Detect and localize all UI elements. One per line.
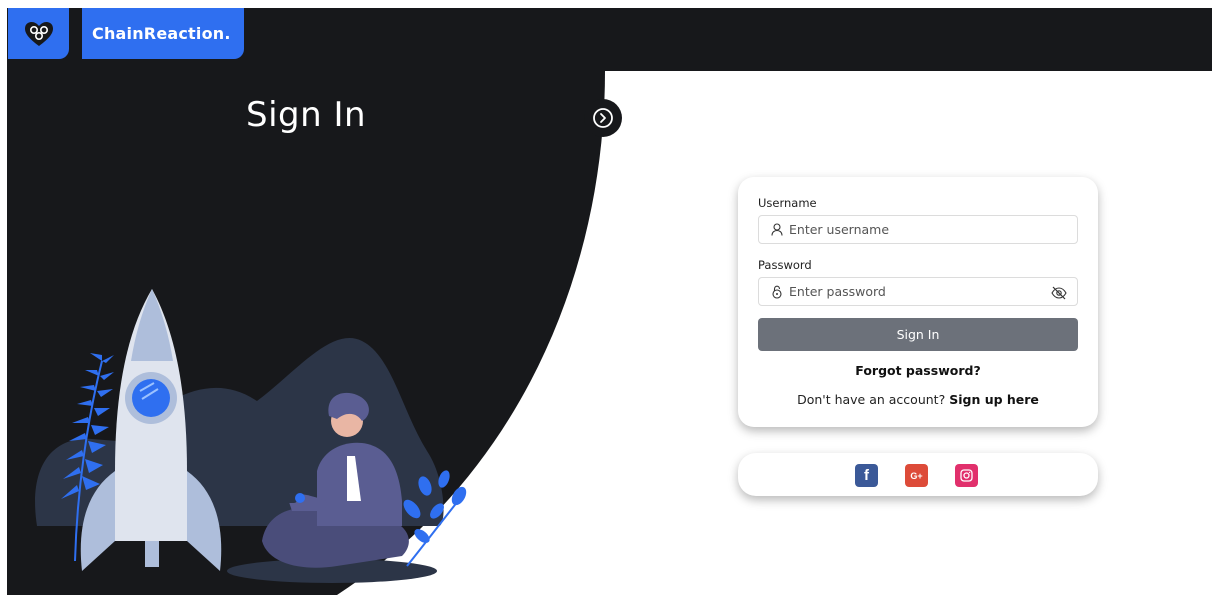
facebook-button[interactable]: f [855, 464, 878, 487]
signup-prompt-line: Don't have an account? Sign up here [738, 392, 1098, 407]
logo-badge[interactable] [8, 8, 69, 59]
login-card: Username Password Sign In [738, 177, 1098, 427]
eye-slash-icon[interactable] [1051, 285, 1067, 300]
left-edge [0, 0, 7, 595]
signup-prompt-text: Don't have an account? [797, 392, 946, 407]
facebook-icon: f [864, 467, 869, 484]
google-plus-button[interactable]: G+ [905, 464, 928, 487]
instagram-icon [960, 469, 973, 482]
instagram-button[interactable] [955, 464, 978, 487]
brand-name: ChainReaction. [92, 24, 231, 43]
user-icon [771, 223, 783, 237]
signup-link[interactable]: Sign up here [949, 392, 1039, 407]
social-login-card: f G+ [738, 453, 1098, 496]
username-label: Username [758, 196, 817, 210]
forgot-password-link[interactable]: Forgot password? [738, 363, 1098, 378]
heart-chain-logo-icon [24, 21, 53, 46]
brand-name-box[interactable]: ChainReaction. [82, 8, 244, 59]
lock-icon [771, 285, 783, 299]
illustration-panel [7, 71, 605, 595]
password-input[interactable] [789, 284, 1029, 299]
chevron-right-circle-icon [593, 108, 613, 128]
sign-in-button[interactable]: Sign In [758, 318, 1078, 351]
panel-title: Sign In [246, 95, 367, 135]
top-edge [0, 0, 1212, 8]
username-input[interactable] [789, 222, 1029, 237]
google-plus-icon: G+ [910, 470, 923, 481]
password-field[interactable] [758, 277, 1078, 306]
panel-toggle-button[interactable] [584, 99, 622, 137]
username-field[interactable] [758, 215, 1078, 244]
password-label: Password [758, 258, 812, 272]
